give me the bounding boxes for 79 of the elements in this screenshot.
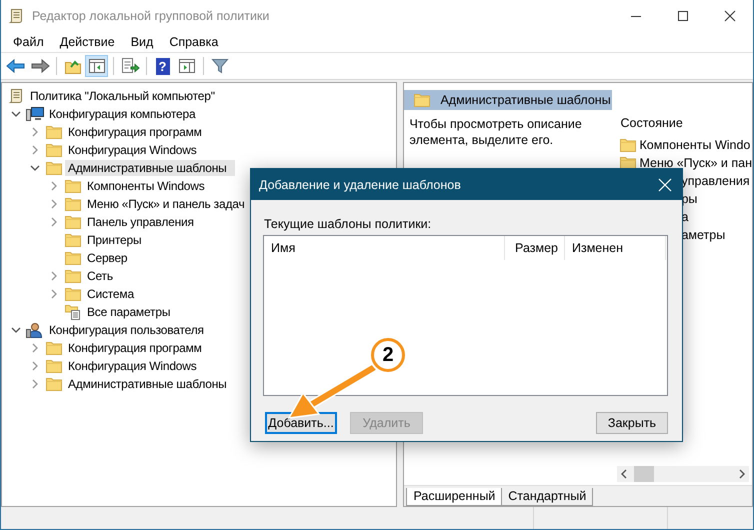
expand-chevron-icon[interactable]	[30, 127, 40, 137]
folder-icon	[46, 125, 62, 139]
tree-item[interactable]: Принтеры	[84, 232, 144, 248]
view-tab[interactable]: Стандартный	[501, 488, 594, 506]
window-title: Редактор локальной групповой политики	[32, 9, 270, 23]
menu-item[interactable]: Справка	[161, 35, 226, 49]
tree-item[interactable]: Конфигурация программ	[65, 340, 205, 356]
folder-icon	[620, 156, 636, 170]
collapse-chevron-icon[interactable]	[30, 163, 40, 173]
collapse-chevron-icon[interactable]	[11, 109, 21, 119]
tree-item[interactable]: Сервер	[84, 250, 130, 266]
expand-chevron-icon[interactable]	[49, 217, 59, 227]
tree-item[interactable]: Конфигурация пользователя	[46, 322, 207, 338]
column-header[interactable]: Размер	[505, 236, 565, 260]
app-icon	[8, 8, 24, 24]
tree-item[interactable]: Сеть	[84, 268, 116, 284]
folder-icon	[65, 287, 81, 301]
horizontal-scrollbar[interactable]	[617, 466, 749, 482]
list-item-label[interactable]: управления	[681, 174, 750, 188]
scroll-icon	[8, 88, 24, 104]
tree-item[interactable]: Административные шаблоны	[65, 376, 230, 392]
tree-item[interactable]: Административные шаблоны	[65, 160, 235, 176]
tree-item[interactable]: Меню «Пуск» и панель задач	[84, 196, 248, 212]
description-text: Чтобы просмотреть описание элемента, выделите его.	[408, 116, 583, 148]
tree-item[interactable]: Политика "Локальный компьютер"	[27, 88, 218, 104]
user-icon	[26, 322, 44, 338]
expand-chevron-icon[interactable]	[30, 361, 40, 371]
menu-item[interactable]: Действие	[52, 35, 123, 49]
scroll-thumb[interactable]	[634, 466, 654, 482]
expand-chevron-icon[interactable]	[49, 181, 59, 191]
list-item-label[interactable]: Компоненты Windo	[639, 138, 750, 152]
folder-icon	[65, 179, 81, 193]
folder-icon	[46, 143, 62, 157]
close-dialog-button[interactable]: Закрыть	[596, 412, 668, 434]
column-header[interactable]: Состояние	[620, 116, 752, 132]
computer-icon	[26, 106, 44, 122]
maximize-icon[interactable]	[676, 10, 688, 22]
expand-chevron-icon[interactable]	[49, 289, 59, 299]
expand-chevron-icon[interactable]	[30, 379, 40, 389]
folder-icon	[65, 197, 81, 211]
tree-item[interactable]: Конфигурация программ	[65, 124, 205, 140]
tree-item[interactable]: Конфигурация Windows	[65, 358, 200, 374]
menu-item[interactable]: Файл	[5, 35, 52, 49]
menu-item[interactable]: Вид	[122, 35, 162, 49]
tree-item[interactable]: Компоненты Windows	[84, 178, 208, 194]
pane-button[interactable]	[85, 55, 108, 77]
collapse-chevron-icon[interactable]	[11, 325, 21, 335]
list-label: Текущие шаблоны политики:	[264, 217, 432, 232]
column-header[interactable]: Изменен	[565, 236, 666, 260]
folder-icon	[65, 269, 81, 283]
close-icon[interactable]	[724, 10, 736, 22]
list-item-label[interactable]: Меню «Пуск» и пан	[639, 156, 752, 170]
add-button[interactable]: Добавить...	[265, 412, 337, 434]
expand-chevron-icon[interactable]	[30, 343, 40, 353]
list-item-label[interactable]: аметры	[681, 228, 726, 242]
folder-icon	[620, 138, 636, 152]
view-tab[interactable]: Расширенный	[406, 488, 502, 506]
folder-icon	[46, 377, 62, 391]
expand-chevron-icon[interactable]	[49, 271, 59, 281]
dialog-title: Добавление и удаление шаблонов	[259, 178, 461, 192]
tree-item[interactable]: Панель управления	[84, 214, 197, 230]
tree-item[interactable]: Конфигурация Windows	[65, 142, 200, 158]
folder-icon	[65, 251, 81, 265]
help-button[interactable]: ?	[151, 55, 174, 77]
folder-icon	[46, 359, 62, 373]
tree-item[interactable]: Система	[84, 286, 137, 302]
folder-icon	[414, 93, 430, 107]
tree-item[interactable]: Конфигурация компьютера	[46, 106, 198, 122]
folder-icon	[65, 233, 81, 247]
expand-chevron-icon[interactable]	[49, 199, 59, 209]
expand-chevron-icon[interactable]	[30, 145, 40, 155]
folder-icon	[65, 215, 81, 229]
pane-header-title: Административные шаблоны	[440, 93, 611, 107]
callout-number: 2	[371, 338, 405, 372]
tree-item[interactable]: Все параметры	[84, 304, 174, 320]
column-header[interactable]: Имя	[264, 236, 505, 260]
folder-icon	[46, 161, 62, 175]
settings-folder-icon	[65, 304, 81, 320]
folder-icon	[46, 341, 62, 355]
